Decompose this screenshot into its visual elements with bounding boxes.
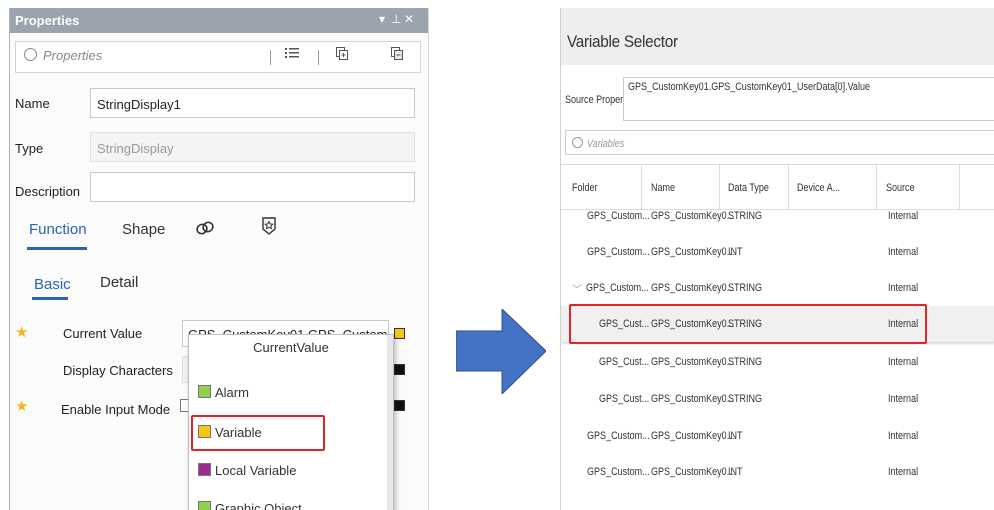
variable-selector-title-bar: Variable Selector [561,8,994,65]
subtab-basic-underline [32,297,68,300]
right-arrow-icon [456,309,546,394]
cell-data-type: INT [728,246,743,258]
dropdown-header: CurrentValue [253,340,329,355]
properties-toolbar: Properties [15,41,421,73]
expand-chevron-icon[interactable]: ﹀ [572,281,582,296]
name-field[interactable]: StringDisplay1 [90,88,415,118]
cell-data-type: STRING [728,393,763,405]
tab-shape[interactable]: Shape [122,221,165,238]
properties-title: Properties [15,13,80,28]
pin-icon[interactable]: ⊥ [391,12,401,26]
dropdown-item-alarm[interactable]: Alarm [198,385,249,400]
table-row[interactable]: GPS_Custom... GPS_CustomKey0... STRING Inte… [561,198,994,234]
subtab-detail[interactable]: Detail [100,274,138,291]
selected-row-highlight-box [569,304,927,344]
constant-swatch-icon[interactable] [394,400,405,411]
cell-data-type: STRING [728,210,763,222]
alarm-swatch-icon [198,385,211,398]
tab-function-underline [27,247,87,250]
variable-selector-title: Variable Selector [567,32,678,51]
toolbar-separator [318,50,319,65]
display-characters-label: Display Characters [63,363,173,378]
link-icon[interactable] [195,219,215,241]
column-header-data-type[interactable]: Data Type [728,182,778,194]
search-icon [24,48,37,61]
dropdown-item-graphic-object[interactable]: Graphic Object [198,501,302,510]
subtab-basic[interactable]: Basic [34,276,71,293]
source-property-value: GPS_CustomKey01.GPS_CustomKey01_UserData… [628,81,870,93]
list-icon[interactable] [285,47,299,62]
cell-source: Internal [888,210,919,222]
column-header-source[interactable]: Source [886,182,921,194]
enable-input-mode-label: Enable Input Mode [61,402,171,417]
constant-swatch-icon[interactable] [394,364,405,375]
table-row[interactable]: ﹀ GPS_Custom... GPS_CustomKey0... STRING Int… [561,270,994,306]
cell-source: Internal [888,356,919,368]
local-variable-swatch-icon [198,463,211,476]
table-row[interactable]: GPS_Custom... GPS_CustomKey0... INT Interna… [561,234,994,270]
dropdown-menu-icon[interactable]: ▾ [379,12,385,26]
source-property-field[interactable]: GPS_CustomKey01.GPS_CustomKey01_UserData… [623,77,994,121]
column-header-name[interactable]: Name [651,182,680,194]
table-row[interactable]: GPS_Cust... GPS_CustomKey0... STRING Intern… [561,344,994,380]
cell-data-type: INT [728,430,743,442]
close-icon[interactable]: ✕ [404,12,414,26]
name-label: Name [15,96,50,111]
table-row[interactable]: GPS_Custom... GPS_CustomKey0... INT Interna… [561,418,994,454]
cell-data-type: STRING [728,282,763,294]
dropdown-scrollbar[interactable] [387,335,393,510]
variable-swatch-icon[interactable] [394,328,405,339]
table-row[interactable]: GPS_Cust... GPS_CustomKey0... STRING Intern… [561,381,994,417]
description-label: Description [15,184,81,199]
graphic-object-swatch-icon [198,501,211,510]
toolbar-separator [270,50,271,65]
column-header-device-address[interactable]: Device A... [797,182,850,194]
current-value-dropdown: CurrentValue Alarm Variable Local Variab… [188,334,394,510]
search-icon [572,137,583,148]
collapse-icon[interactable] [391,47,403,63]
badge-icon[interactable] [261,217,277,239]
current-value-label: Current Value [63,326,143,341]
properties-panel: Properties ▾ ⊥ ✕ Properties Name StringD… [9,8,429,510]
tab-function[interactable]: Function [29,221,87,238]
favorite-star-icon[interactable]: ★ [15,399,29,414]
cell-data-type: INT [728,466,743,478]
variable-highlight-box [191,415,325,451]
cell-data-type: STRING [728,356,763,368]
type-field: StringDisplay [90,132,415,162]
expand-icon[interactable] [336,47,348,63]
cell-source: Internal [888,430,919,442]
cell-source: Internal [888,246,919,258]
description-field[interactable] [90,172,415,202]
cell-source: Internal [888,466,919,478]
properties-title-bar: Properties ▾ ⊥ ✕ [10,8,428,33]
variable-selector-dialog: Variable Selector Source Property GPS_Cu… [560,8,994,510]
dropdown-item-local-variable[interactable]: Local Variable [198,463,296,478]
column-header-folder[interactable]: Folder [572,182,603,194]
variables-search-input[interactable]: Variables [565,130,994,155]
type-label: Type [15,141,44,156]
table-row[interactable]: GPS_Custom... GPS_CustomKey0... INT Interna… [561,454,994,490]
properties-search-input[interactable]: Properties [24,48,102,63]
favorite-star-icon[interactable]: ★ [15,325,29,340]
cell-source: Internal [888,393,919,405]
cell-source: Internal [888,282,919,294]
